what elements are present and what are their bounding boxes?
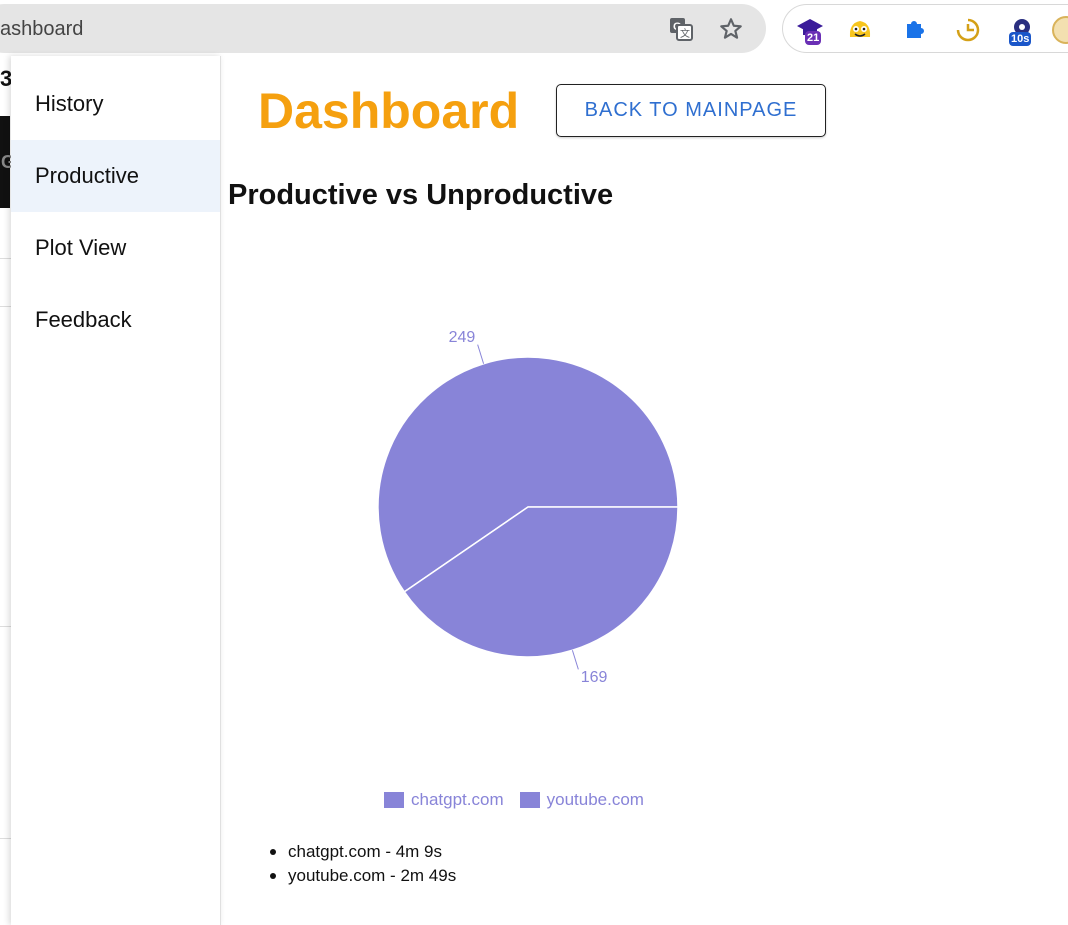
graduation-cap-icon[interactable]: 21 <box>795 15 825 45</box>
divider <box>0 626 11 627</box>
puzzle-piece-icon[interactable] <box>899 15 929 45</box>
timer-icon[interactable]: 10s <box>1007 15 1037 46</box>
legend-item[interactable]: chatgpt.com <box>384 790 504 810</box>
svg-text:文: 文 <box>680 27 690 40</box>
legend-label: chatgpt.com <box>411 790 504 809</box>
legend-label: youtube.com <box>546 790 644 809</box>
pie-data-label: 169 <box>581 669 608 686</box>
divider <box>0 306 11 307</box>
pie-label-line <box>571 650 579 670</box>
cartoon-face-icon[interactable] <box>845 15 875 45</box>
usage-list: chatgpt.com - 4m 9s youtube.com - 2m 49s <box>270 840 456 888</box>
chart-legend: chatgpt.com youtube.com <box>384 790 644 810</box>
sidebar-item-plot-view[interactable]: Plot View <box>11 212 220 284</box>
list-item: youtube.com - 2m 49s <box>270 864 456 888</box>
address-bar-url[interactable]: ashboard <box>0 18 83 41</box>
divider <box>0 838 11 839</box>
divider <box>0 258 11 259</box>
pie-label-line <box>477 344 485 364</box>
bookmark-star-icon[interactable] <box>718 16 744 42</box>
sidebar-drawer: History Productive Plot View Feedback <box>11 56 221 925</box>
sidebar-item-feedback[interactable]: Feedback <box>11 284 220 356</box>
extension-badge: 10s <box>1009 32 1032 46</box>
clock-icon[interactable] <box>953 15 983 45</box>
sidebar-item-label: Feedback <box>35 307 132 332</box>
sidebar-item-history[interactable]: History <box>11 68 220 140</box>
browser-toolbar: ashboard G 文 21 <box>0 0 1068 56</box>
sidebar-item-productive[interactable]: Productive <box>11 140 220 212</box>
sidebar-item-label: Productive <box>35 163 139 188</box>
sidebar-item-label: Plot View <box>35 235 127 260</box>
sidebar-item-label: History <box>35 91 104 116</box>
legend-swatch <box>519 792 540 808</box>
extensions-bar: 21 10s <box>782 4 1068 53</box>
legend-swatch <box>384 792 404 808</box>
translate-icon[interactable]: G 文 <box>668 16 694 42</box>
list-item: chatgpt.com - 4m 9s <box>270 840 456 864</box>
profile-avatar-icon[interactable] <box>1051 15 1068 45</box>
main-content: Dashboard BACK TO MAINPAGE Productive vs… <box>222 56 1068 925</box>
pie-chart: 249 169 <box>377 329 679 686</box>
legend-item[interactable]: youtube.com <box>519 790 644 810</box>
pie-data-label: 249 <box>449 329 476 346</box>
extension-badge: 21 <box>805 31 822 45</box>
address-bar[interactable]: ashboard G 文 <box>0 4 766 53</box>
